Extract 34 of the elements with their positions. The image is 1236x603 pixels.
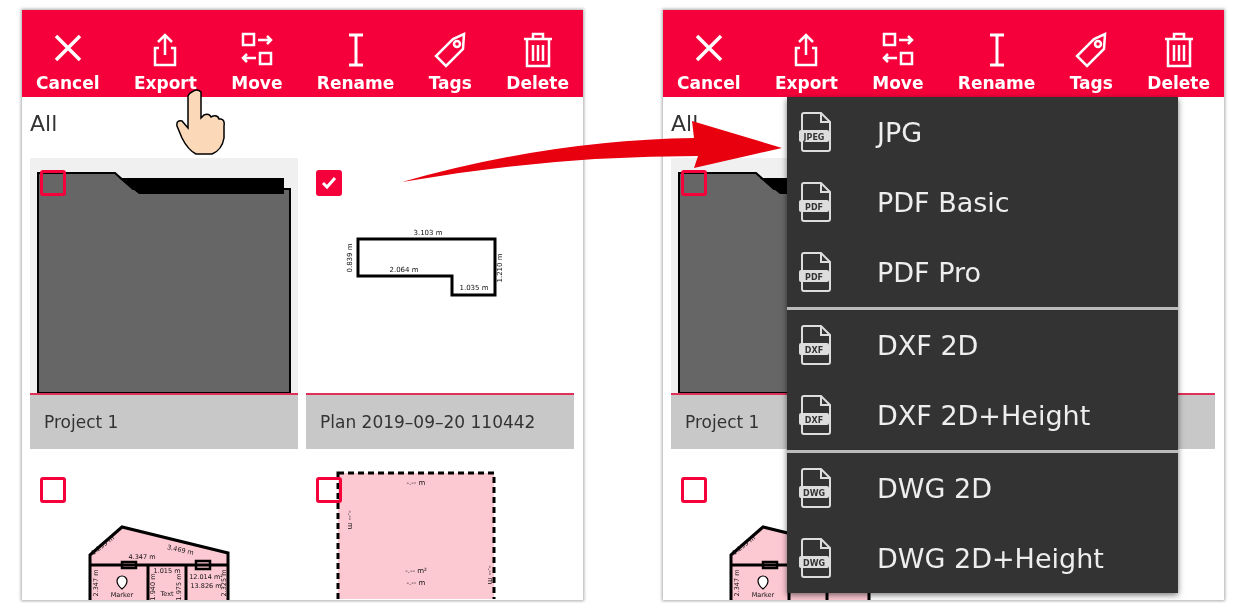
checkbox[interactable] — [40, 170, 66, 196]
section-title: All — [30, 111, 58, 136]
toolbar-button[interactable]: Cancel — [675, 31, 743, 93]
label-bar[interactable]: Plan 2019–09–20 110442 — [306, 393, 574, 449]
tag-icon — [433, 31, 468, 69]
checkbox[interactable] — [316, 477, 342, 503]
project-name: Project 1 — [44, 412, 119, 432]
menu-item[interactable]: PDF PDF Basic — [787, 167, 1178, 237]
menu-item[interactable]: DWG DWG 2D+Height — [787, 523, 1178, 593]
toolbar-button[interactable]: Tags — [426, 31, 474, 93]
toolbar-button[interactable]: Move — [870, 31, 926, 93]
menu-item[interactable]: PDF PDF Pro — [787, 237, 1178, 307]
toolbar-button[interactable]: Delete — [504, 31, 571, 93]
menu-item[interactable]: DXF DXF 2D — [787, 310, 1178, 380]
check-icon — [321, 176, 337, 190]
menu-item[interactable]: DWG DWG 2D — [787, 453, 1178, 523]
project-name: Project 1 — [685, 412, 760, 432]
checkbox[interactable] — [40, 477, 66, 503]
menu-item[interactable]: DXF DXF 2D+Height — [787, 380, 1178, 450]
menu-item[interactable]: JPEG JPG — [787, 97, 1178, 167]
project-name: Plan 2019–09–20 110442 — [320, 412, 536, 432]
label-bar[interactable]: Project 1 — [30, 393, 298, 449]
tag-icon — [1074, 31, 1109, 69]
toolbar-button[interactable]: Rename — [314, 31, 397, 93]
toolbar-button[interactable]: Rename — [955, 31, 1038, 93]
toolbar-button[interactable]: Export — [772, 31, 840, 93]
toolbar-button[interactable]: Delete — [1145, 31, 1212, 93]
checkbox[interactable] — [316, 170, 342, 196]
toolbar-button[interactable]: Export — [131, 31, 199, 93]
checkbox[interactable] — [681, 170, 707, 196]
toolbar-button[interactable]: Tags — [1067, 31, 1115, 93]
toolbar-button[interactable]: Move — [229, 31, 285, 93]
checkbox[interactable] — [681, 477, 707, 503]
toolbar-button[interactable]: Cancel — [34, 31, 102, 93]
